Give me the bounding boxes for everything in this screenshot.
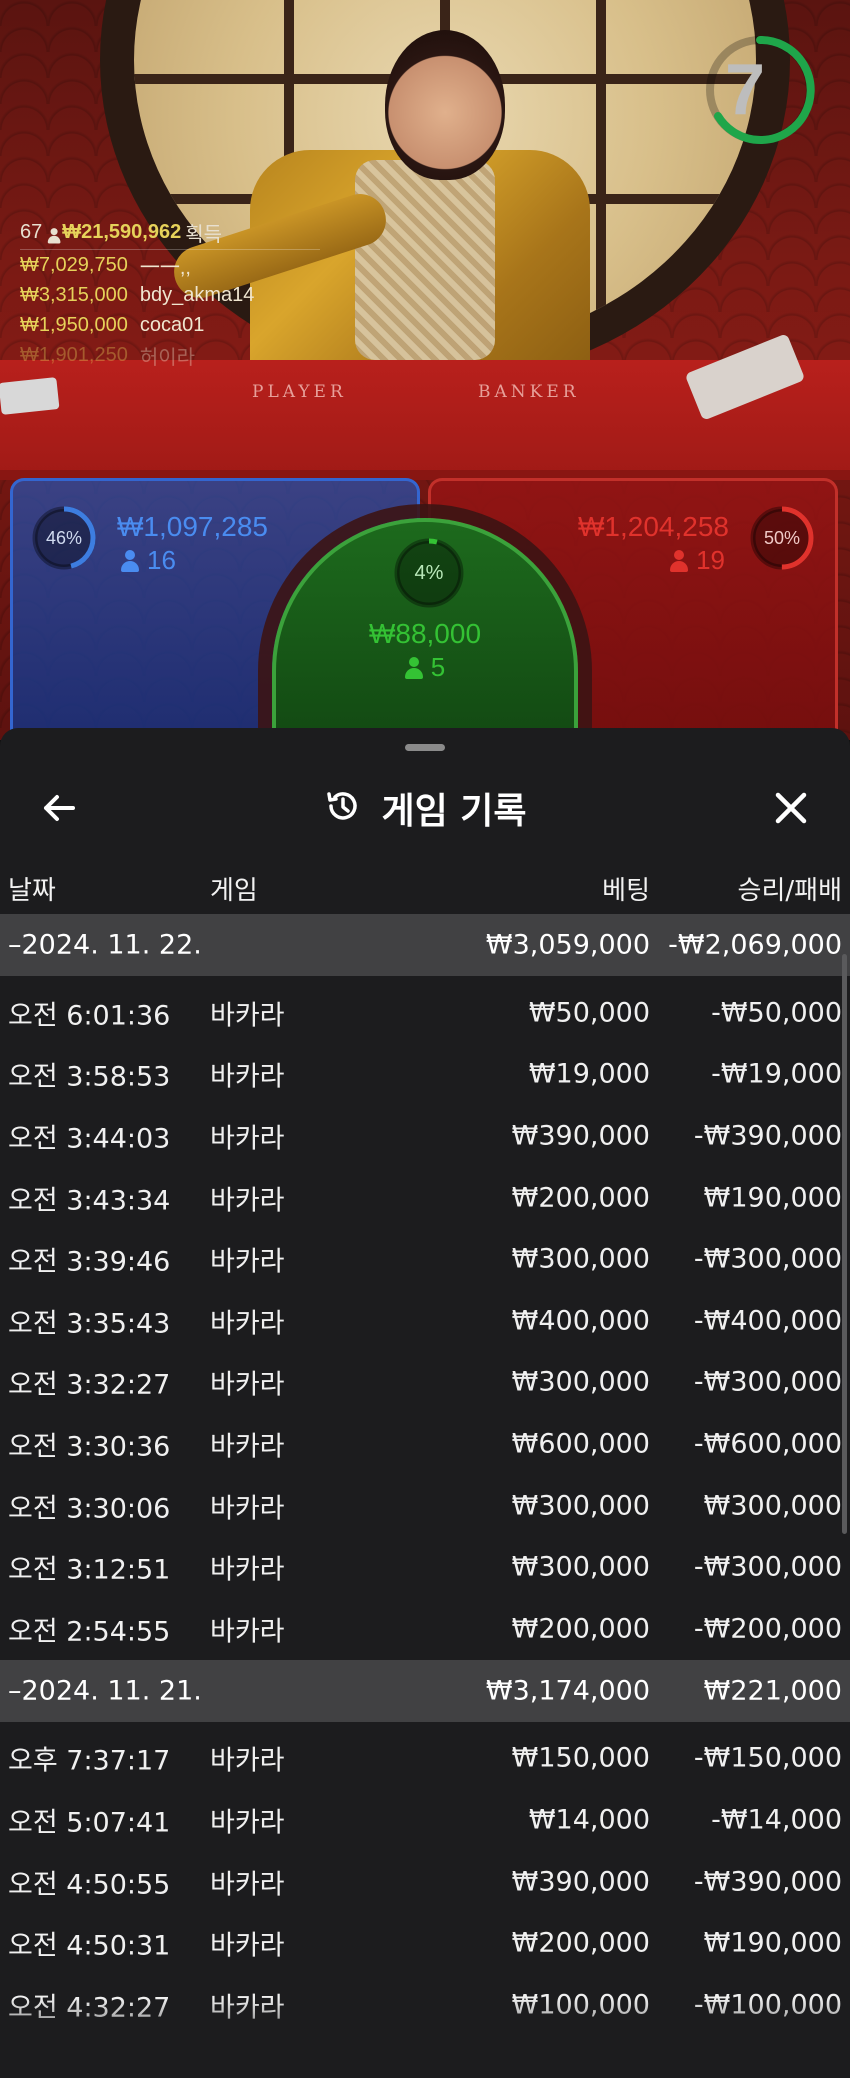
table-row[interactable]: 오전 3:44:03 바카라 ₩390,000 -₩390,000 <box>0 1105 850 1167</box>
winner-amount: ₩1,901,250 <box>20 343 128 366</box>
table-row[interactable]: 오전 3:32:27 바카라 ₩300,000 -₩300,000 <box>0 1352 850 1414</box>
live-video: PLAYER BANKER 7 67 ₩21,590,962 획득 ₩7,029… <box>0 0 850 740</box>
col-game: 게임 <box>210 876 258 906</box>
winner-name: coca01 <box>139 313 205 336</box>
table-row[interactable]: 오전 4:50:31 바카라 ₩200,000 ₩190,000 <box>0 1912 850 1974</box>
col-bet: 베팅 <box>602 876 650 906</box>
banker-bettor-count: 19 <box>670 545 725 576</box>
player-percent: 46% <box>45 527 83 548</box>
sheet-drag-handle[interactable] <box>405 744 445 751</box>
winners-total: ₩21,590,962 <box>62 221 182 243</box>
winner-row: ₩1,901,250 허이라 <box>20 340 320 370</box>
winner-amount: ₩3,315,000 <box>20 283 128 306</box>
table-row[interactable]: 오전 3:12:51 바카라 ₩300,000 -₩300,000 <box>0 1536 850 1598</box>
winners-list: 67 ₩21,590,962 획득 ₩7,029,750 一一,, ₩3,315… <box>20 216 320 370</box>
winners-header: 67 ₩21,590,962 획득 <box>20 216 320 250</box>
history-icon <box>323 786 363 830</box>
tie-bet-amount: ₩88,000 <box>368 618 482 649</box>
winners-total-label: 획득 <box>185 224 223 246</box>
banker-bet-amount: ₩1,204,258 <box>578 511 729 542</box>
table-row[interactable]: 오전 3:39:46 바카라 ₩300,000 -₩300,000 <box>0 1228 850 1290</box>
winner-row: ₩1,950,000 coca01 <box>20 310 320 340</box>
winner-amount: ₩1,950,000 <box>20 313 128 336</box>
countdown-timer: 7 <box>700 30 820 150</box>
player-percent-ring: 46% <box>31 505 97 571</box>
winner-row: ₩3,315,000 bdy_akma14 <box>20 280 320 310</box>
table-row[interactable]: 오전 6:01:36 바카라 ₩50,000 -₩50,000 <box>0 982 850 1044</box>
table-row[interactable]: 오후 7:37:17 바카라 ₩150,000 -₩150,000 <box>0 1728 850 1790</box>
col-date: 날짜 <box>8 876 56 906</box>
table-label-player: PLAYER <box>252 382 347 402</box>
table-row[interactable]: 오전 3:58:53 바카라 ₩19,000 -₩19,000 <box>0 1044 850 1106</box>
date-group-header[interactable]: –2024. 11. 21. ₩3,174,000 ₩221,000 <box>0 1659 850 1722</box>
table-row[interactable]: 오전 2:54:55 바카라 ₩200,000 -₩200,000 <box>0 1598 850 1660</box>
tie-percent-ring: 4% <box>392 536 466 610</box>
table-row[interactable]: 오전 4:50:55 바카라 ₩390,000 -₩390,000 <box>0 1851 850 1913</box>
back-button[interactable] <box>24 773 94 843</box>
player-bettor-count: 16 <box>121 545 176 576</box>
card-holder-left <box>0 377 60 415</box>
winner-name: bdy_akma14 <box>139 283 255 306</box>
person-icon <box>48 227 61 243</box>
table-row[interactable]: 오전 3:30:06 바카라 ₩300,000 ₩300,000 <box>0 1475 850 1537</box>
winner-name: 허이라 <box>139 346 196 369</box>
winner-name: 一一,, <box>139 256 191 279</box>
table-row[interactable]: 오전 3:43:34 바카라 ₩200,000 ₩190,000 <box>0 1167 850 1229</box>
table-row[interactable]: 오전 5:07:41 바카라 ₩14,000 -₩14,000 <box>0 1789 850 1851</box>
sheet-title: 게임 기록 <box>381 791 527 832</box>
table-row[interactable]: 오전 3:30:36 바카라 ₩600,000 -₩600,000 <box>0 1413 850 1475</box>
winner-row: ₩7,029,750 一一,, <box>20 250 320 280</box>
close-icon <box>775 792 807 824</box>
date-group-header[interactable]: –2024. 11. 22. ₩3,059,000 -₩2,069,000 <box>0 914 850 976</box>
person-icon <box>404 656 423 679</box>
table-label-banker: BANKER <box>478 382 580 402</box>
history-table: –2024. 11. 22. ₩3,059,000 -₩2,069,000 오전… <box>0 914 850 2036</box>
list-fade <box>0 1998 850 2078</box>
sheet-header: 게임 기록 <box>0 768 850 848</box>
tie-bettor-count: 5 <box>276 652 574 683</box>
scrollbar[interactable] <box>842 954 847 1534</box>
winner-count: 67 <box>20 221 43 243</box>
tie-percent: 4% <box>414 561 444 584</box>
dealer-head <box>385 30 505 180</box>
winner-amount: ₩7,029,750 <box>20 253 128 276</box>
close-button[interactable] <box>756 773 826 843</box>
banker-percent: 50% <box>763 527 801 548</box>
banker-percent-ring: 50% <box>749 505 815 571</box>
column-headers: 날짜 게임 베팅 승리/패배 <box>0 858 850 914</box>
person-icon <box>670 549 689 572</box>
arrow-left-icon <box>44 795 75 821</box>
person-icon <box>121 549 139 572</box>
col-win-loss: 승리/패배 <box>737 876 842 906</box>
timer-value: 7 <box>724 50 766 130</box>
game-history-sheet: 게임 기록 날짜 게임 베팅 승리/패배 –2024. 11. 22. ₩3,0… <box>0 728 850 2078</box>
dealer-vest <box>355 160 495 360</box>
table-row[interactable]: 오전 3:35:43 바카라 ₩400,000 -₩400,000 <box>0 1290 850 1352</box>
player-bet-amount: ₩1,097,285 <box>117 511 268 542</box>
